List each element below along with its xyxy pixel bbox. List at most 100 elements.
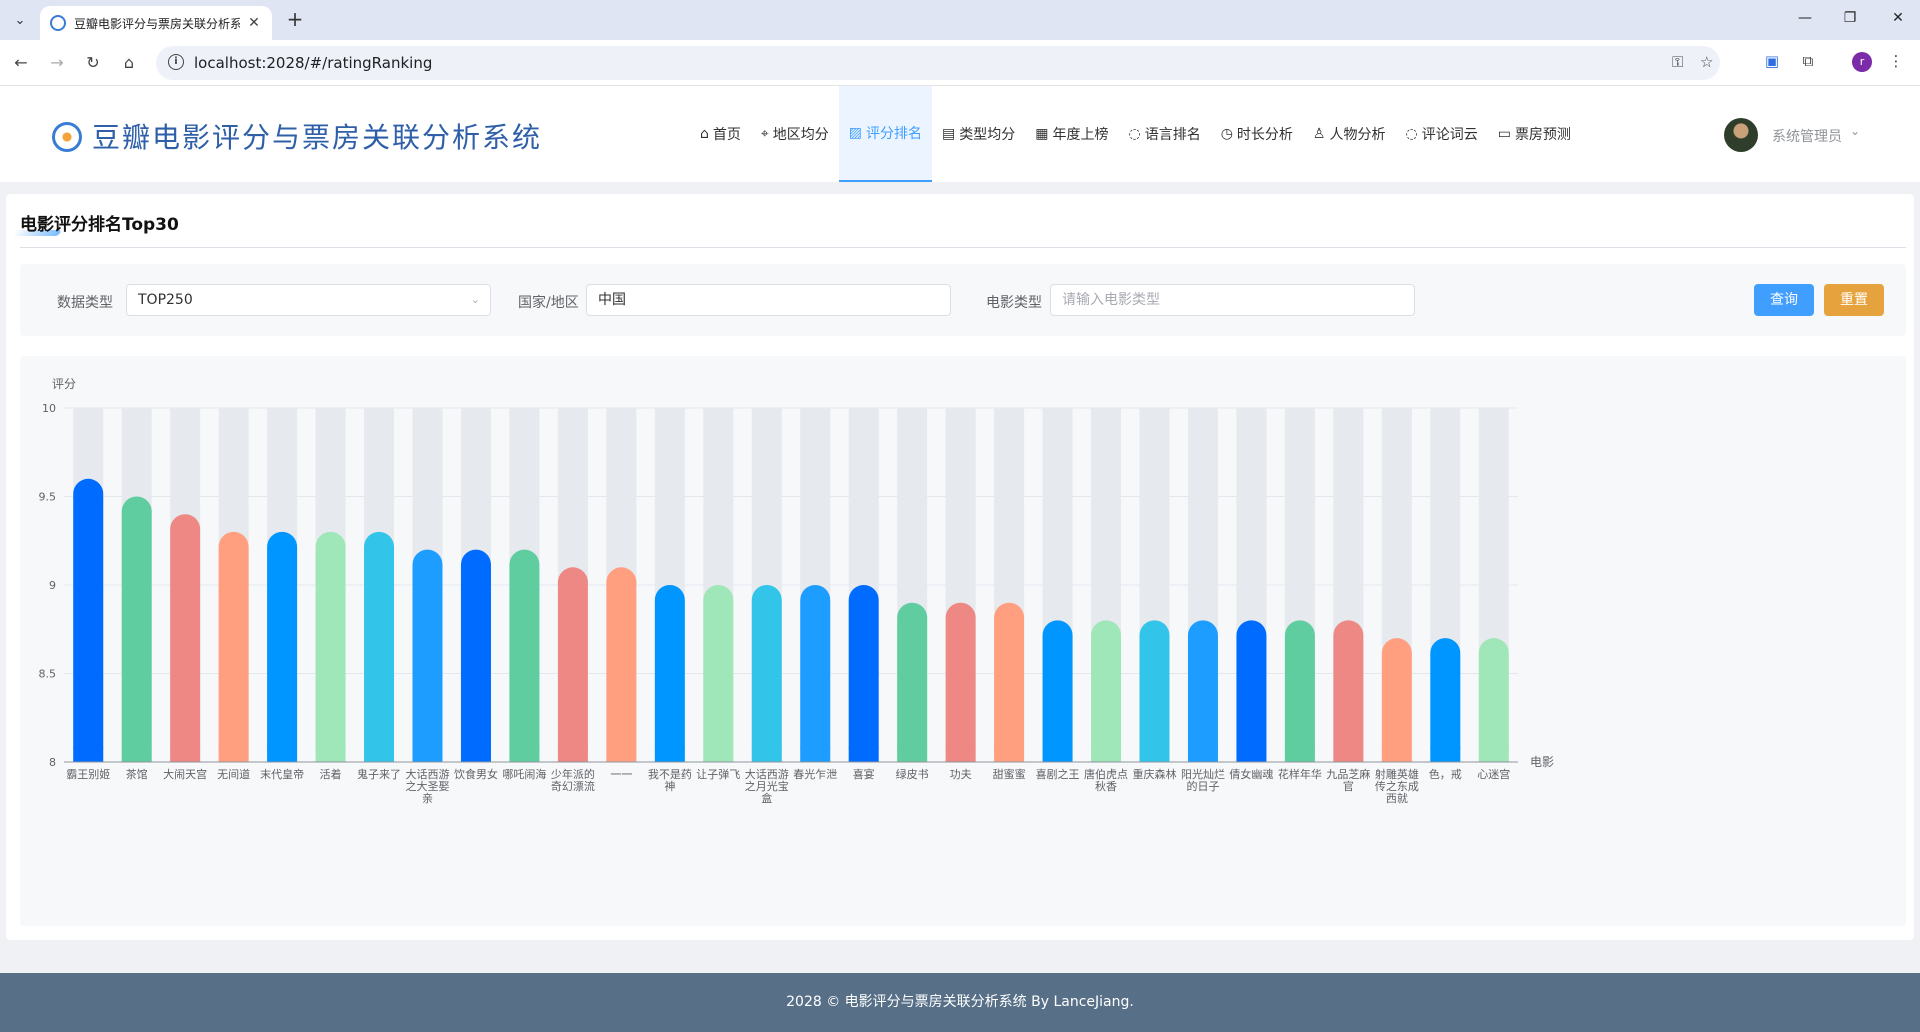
restore-icon[interactable]: ❐ [1840,10,1860,26]
profile-avatar[interactable]: r [1852,52,1872,72]
y-tick-label: 8 [49,756,56,769]
menu-item-label: 评分排名 [866,126,923,142]
data-bar-base [170,747,201,762]
menu-item[interactable]: ▭ 票房预测 [1488,86,1581,182]
menu-item-label: 评论词云 [1421,127,1478,143]
x-tick-label: 花样年华 [1278,767,1322,781]
data-bar-base [897,747,928,762]
rating-bar-chart: 88.599.510评分电影霸王别姬 茶馆 大闹天宫 无间道 末代皇帝 活着 鬼子来了 大话西… [39,377,1555,805]
data-bar-base [1091,747,1122,762]
forward-icon[interactable]: → [46,52,68,74]
data-bar-base [994,747,1025,762]
x-tick-label: 绿皮书 [896,767,929,781]
menu-item-label: 语言排名 [1144,127,1201,143]
menu-item[interactable]: ⌖ 地区均分 [751,86,839,182]
x-tick-label: 哪吒闹海 [502,767,546,781]
data-bar-base [315,747,346,762]
home-browser-icon[interactable]: ⌂ [118,52,140,74]
browser-tab[interactable]: 豆瓣电影评分与票房关联分析系统 ✕ [40,6,272,40]
data-bar [170,514,201,762]
close-window-icon[interactable]: ✕ [1888,10,1908,26]
password-key-icon[interactable]: ⚿ [1672,53,1683,71]
y-tick-label: 10 [42,402,56,415]
menu-item[interactable]: ▦ 年度上榜 [1025,86,1118,182]
card-title: 电影评分排名Top30 [20,215,179,235]
data-type-value: TOP250 [138,292,193,308]
x-tick-label: 九品芝麻官 [1326,767,1370,793]
new-tab-button[interactable]: + [284,9,306,31]
x-tick-label: 饮食男女 [454,767,498,781]
data-type-select[interactable]: TOP250 ⌄ [126,284,491,316]
genre-input[interactable]: 请输入电影类型 [1050,284,1415,316]
data-bar-base [557,747,588,762]
data-bar [460,549,491,762]
location-icon: ⌖ [760,126,769,142]
y-tick-label: 8.5 [39,668,57,681]
x-tick-label: 大话西游之月光宝盒 [745,767,789,805]
x-tick-label: 唐伯虎点秋香 [1084,767,1128,793]
data-bar-base [1430,747,1461,762]
data-bar [606,567,637,762]
menu-item[interactable]: ◌ 评论词云 [1395,86,1487,182]
x-tick-label: 功夫 [950,768,972,781]
bookmark-star-icon[interactable]: ☆ [1700,53,1713,71]
x-tick-label: 喜宴 [853,767,875,781]
genre-label: 电影类型 [986,295,1042,311]
address-bar[interactable]: i localhost:2028/#/ratingRanking ⚿ ☆ [156,46,1720,80]
reset-button[interactable]: 重置 [1824,284,1884,316]
data-bar [218,531,249,762]
x-tick-label: 大闹天宫 [163,767,207,781]
chevron-down-icon: ⌄ [470,293,480,306]
tab-search-button[interactable]: ⌄ [8,8,32,32]
trend-chart-icon: ▨ [848,125,863,141]
y-tick-label: 9.5 [39,491,57,504]
data-bar-base [1236,747,1267,762]
data-bar-base [121,747,152,762]
x-tick-label: 阳光灿烂的日子 [1181,767,1225,793]
reload-icon[interactable]: ↻ [82,52,104,74]
menu-item[interactable]: ▨ 评分排名 [838,86,933,182]
data-bar-base [1381,747,1412,762]
user-avatar[interactable] [1724,118,1758,152]
data-bar [509,549,540,762]
menu-item-label: 首页 [712,127,741,143]
data-bar-base [654,747,685,762]
browser-toolbar: ← → ↻ ⌂ i localhost:2028/#/ratingRanking… [0,40,1920,86]
data-bar [1381,638,1412,762]
site-info-icon[interactable]: i [168,54,184,70]
data-bar [315,531,346,762]
x-axis-title: 电影 [1530,755,1554,769]
menu-item[interactable]: ⌂ 首页 [690,86,751,182]
x-tick-label: 春光乍泄 [793,767,837,781]
query-button[interactable]: 查询 [1754,284,1814,316]
data-bar-base [267,747,298,762]
region-input[interactable]: 中国 [586,284,951,316]
extensions-puzzle-icon[interactable]: ⧉ [1798,51,1818,71]
chat-icon: ◌ [1128,126,1141,142]
menu-item[interactable]: ◷ 时长分析 [1211,86,1303,182]
top-menu: ⌂ 首页 ⌖ 地区均分 ▨ 评分排名 ▤ 类型均分 ▦ 年度上榜 ◌ 语言排名 ◷ 时长分析 ♙ 人物分析 ◌ 评… [690,86,1581,182]
back-icon[interactable]: ← [10,52,32,74]
x-tick-label: 大话西游之大圣娶亲 [406,767,450,805]
menu-item[interactable]: ♙ 人物分析 [1303,86,1396,182]
x-tick-label: 让子弹飞 [696,767,740,781]
menu-item[interactable]: ◌ 语言排名 [1118,86,1210,182]
data-bar [364,531,395,762]
menu-item-label: 地区均分 [772,127,829,143]
data-bar-base [412,747,443,762]
close-tab-icon[interactable]: ✕ [246,15,262,31]
home-icon: ⌂ [700,126,709,142]
minimize-icon[interactable]: — [1795,10,1815,26]
extension-icon[interactable]: ▣ [1762,51,1782,71]
data-bar-base [945,747,976,762]
app-title: 豆瓣电影评分与票房关联分析系统 [92,121,543,154]
user-name[interactable]: 系统管理员 [1772,126,1842,146]
browser-menu-icon[interactable]: ⋮ [1886,51,1906,71]
x-tick-label: 活着 [320,767,342,781]
menu-item[interactable]: ▤ 类型均分 [932,86,1025,182]
x-tick-label: 甜蜜蜜 [993,767,1026,781]
data-bar-base [751,747,782,762]
chevron-down-icon[interactable]: ⌄ [1850,124,1860,138]
x-tick-label: 无间道 [217,767,250,781]
x-tick-label: 鬼子来了 [357,767,401,781]
